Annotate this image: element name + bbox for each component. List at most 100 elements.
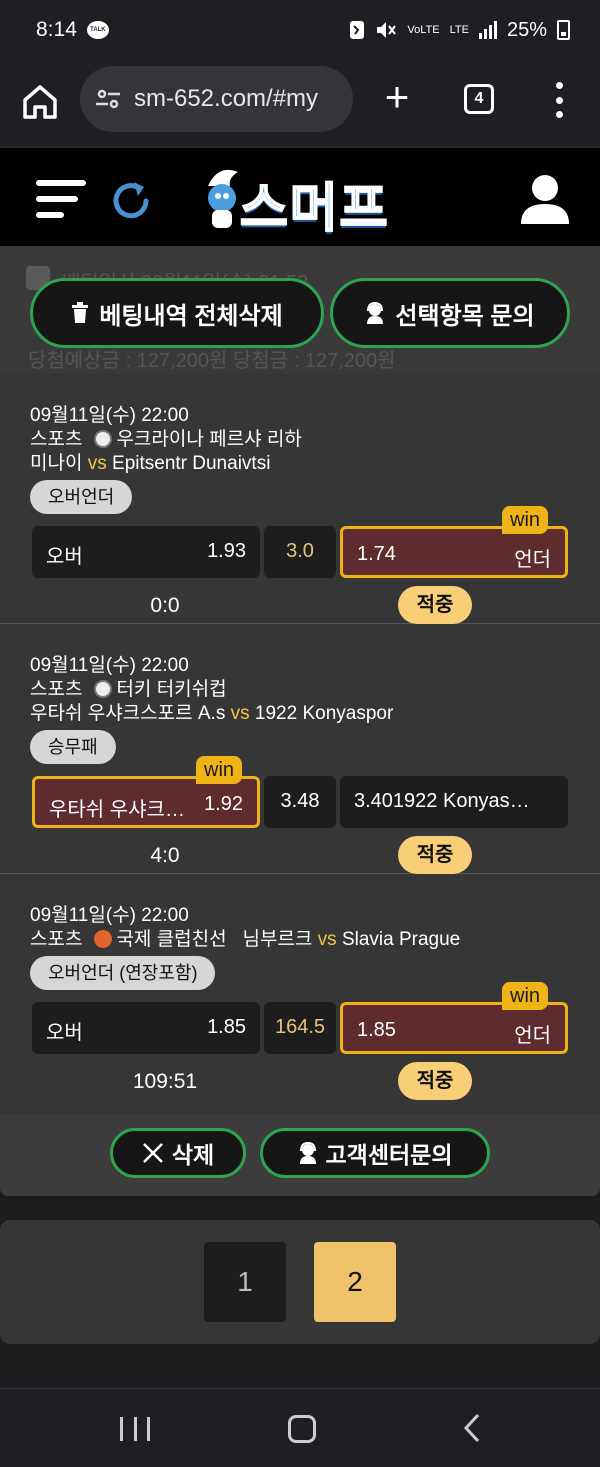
home-team: 우타쉬 우샤크스포르 A.s <box>30 703 226 724</box>
win-badge: win <box>502 506 549 534</box>
bet-league-line: 스포츠 국제 클럽친선 님부르크 vs Slavia Prague <box>30 924 460 951</box>
home-icon[interactable] <box>20 82 60 122</box>
url-text: sm-652.com/#my <box>134 85 319 112</box>
address-bar[interactable]: sm-652.com/#my <box>80 66 353 132</box>
sport-category: 스포츠 <box>30 929 83 950</box>
status-indicators: VoLTE LTE 25% <box>349 19 570 42</box>
kakaotalk-notification-icon: TALK <box>86 21 109 39</box>
option-odds: 1.74 <box>357 543 396 565</box>
lte-indicator: LTE <box>449 24 469 36</box>
home-team: 님부르크 <box>242 929 313 950</box>
page-button-2-current[interactable]: 2 <box>314 1242 396 1322</box>
final-score: 109:51 <box>132 1070 198 1093</box>
away-team: 1922 Konyaspor <box>254 703 394 724</box>
away-team: Epitsentr Dunaivtsi <box>112 453 271 474</box>
bet-datetime: 09월11일(수) 22:00 <box>30 405 189 426</box>
bet-card: 09월11일(수) 22:00 스포츠 국제 클럽친선 님부르크 vs Slavi… <box>0 874 600 1124</box>
match-teams: 미나이 vs Epitsentr Dunaivtsi <box>30 448 270 475</box>
site-header: 스머프 <box>0 146 600 246</box>
site-logo[interactable]: 스머프 <box>198 160 404 239</box>
option-label: 3.401922 Konyas… <box>354 790 530 812</box>
league-name: 우크라이나 페르샤 리하 <box>116 429 302 450</box>
result-badge: 적중 <box>398 836 472 874</box>
delete-button[interactable]: 삭제 <box>110 1128 246 1178</box>
inquire-selected-label: 선택항목 문의 <box>395 302 535 330</box>
win-badge: win <box>196 756 243 784</box>
browser-toolbar: sm-652.com/#my + 4 <box>0 60 600 146</box>
back-icon[interactable] <box>462 1413 482 1443</box>
odds-line[interactable]: 3.0 <box>264 526 336 578</box>
signal-icon <box>478 21 497 39</box>
customer-center-button[interactable]: 고객센터문의 <box>260 1128 490 1178</box>
option-label: 언더 <box>514 549 551 571</box>
trash-icon <box>72 302 89 323</box>
final-score: 4:0 <box>150 844 180 867</box>
bet-history-panel: 배팅일시 09월11일(수) 21:52 당첨예상금 : 127,200원 당첨… <box>0 246 600 1196</box>
vs-label: vs <box>317 929 337 950</box>
refresh-icon[interactable] <box>108 178 154 224</box>
support-agent-icon <box>367 302 384 324</box>
bet-actions-row: 삭제 고객센터문의 <box>0 1114 600 1196</box>
vs-label: vs <box>230 703 250 724</box>
basketball-icon <box>94 930 113 948</box>
bet-amounts-ghost: 당첨예상금 : 127,200원 당첨금 : 127,200원 <box>28 350 396 372</box>
delete-all-label: 베팅내역 전체삭제 <box>99 302 283 330</box>
odds-option-away[interactable]: 3.401922 Konyas… <box>340 776 568 828</box>
result-badge: 적중 <box>398 1062 472 1100</box>
market-type-tag: 오버언더 <box>30 480 133 514</box>
bet-card: 09월11일(수) 22:00 스포츠 우크라이나 페르샤 리하 미나이 vs E… <box>0 374 600 624</box>
sport-category: 스포츠 <box>30 679 83 700</box>
mute-icon <box>377 22 397 38</box>
home-nav-icon[interactable] <box>288 1415 316 1443</box>
sport-category: 스포츠 <box>30 429 83 450</box>
delete-all-history-button[interactable]: 베팅내역 전체삭제 <box>30 278 324 348</box>
bet-datetime: 09월11일(수) 22:00 <box>30 655 189 676</box>
pagination: 1 2 <box>0 1220 600 1344</box>
option-label: 우타쉬 우샤크… <box>49 799 185 821</box>
odds-option-over[interactable]: 오버 1.93 <box>32 526 260 578</box>
bet-datetime: 09월11일(수) 22:00 <box>30 905 189 926</box>
match-teams: 우타쉬 우샤크스포르 A.s vs 1922 Konyaspor <box>30 698 393 725</box>
support-label: 고객센터문의 <box>325 1142 453 1168</box>
hamburger-menu-icon[interactable] <box>36 178 86 220</box>
away-team: Slavia Prague <box>341 929 461 950</box>
status-bar: 8:14 TALK VoLTE LTE 25% <box>0 0 600 60</box>
option-odds: 1.93 <box>207 540 246 562</box>
soccer-ball-icon <box>94 430 113 448</box>
user-profile-icon[interactable] <box>518 174 572 224</box>
odds-line[interactable]: 164.5 <box>264 1002 336 1054</box>
delete-label: 삭제 <box>171 1142 215 1168</box>
win-badge: win <box>502 982 549 1010</box>
site-settings-icon[interactable] <box>94 85 122 113</box>
bet-league-line: 스포츠 터키 터키쉬컵 <box>30 674 227 701</box>
page-button-1[interactable]: 1 <box>204 1242 286 1322</box>
option-odds: 1.92 <box>204 793 243 815</box>
battery-icon <box>557 20 570 40</box>
soccer-ball-icon <box>94 680 113 698</box>
bet-card: 09월11일(수) 22:00 스포츠 터키 터키쉬컵 우타쉬 우샤크스포르 A.… <box>0 624 600 874</box>
option-label: 오버 <box>46 546 83 568</box>
support-agent-icon <box>299 1142 316 1164</box>
result-badge: 적중 <box>398 586 472 624</box>
league-name: 터키 터키쉬컵 <box>116 679 227 700</box>
league-name: 국제 클럽친선 <box>116 929 227 950</box>
market-type-tag: 오버언더 (연장포함) <box>30 956 216 990</box>
odds-option-draw[interactable]: 3.48 <box>264 776 336 828</box>
vs-label: vs <box>87 453 107 474</box>
volte-indicator: VoLTE <box>407 24 440 36</box>
tab-switcher-button[interactable]: 4 <box>464 84 494 114</box>
option-label: 오버 <box>46 1022 83 1044</box>
logo-text: 스머프 <box>239 179 390 239</box>
nfc-icon <box>350 21 365 39</box>
browser-menu-icon[interactable] <box>552 82 566 118</box>
battery-percent: 25% <box>506 18 547 41</box>
status-time: 8:14 <box>36 18 77 41</box>
odds-option-over[interactable]: 오버 1.85 <box>32 1002 260 1054</box>
final-score: 0:0 <box>150 594 180 617</box>
option-odds: 1.85 <box>357 1019 396 1041</box>
android-navigation-bar <box>0 1388 600 1467</box>
recent-apps-icon[interactable] <box>120 1417 150 1441</box>
inquire-selected-button[interactable]: 선택항목 문의 <box>330 278 570 348</box>
market-type-tag: 승무패 <box>30 730 116 764</box>
new-tab-button[interactable]: + <box>380 76 414 118</box>
